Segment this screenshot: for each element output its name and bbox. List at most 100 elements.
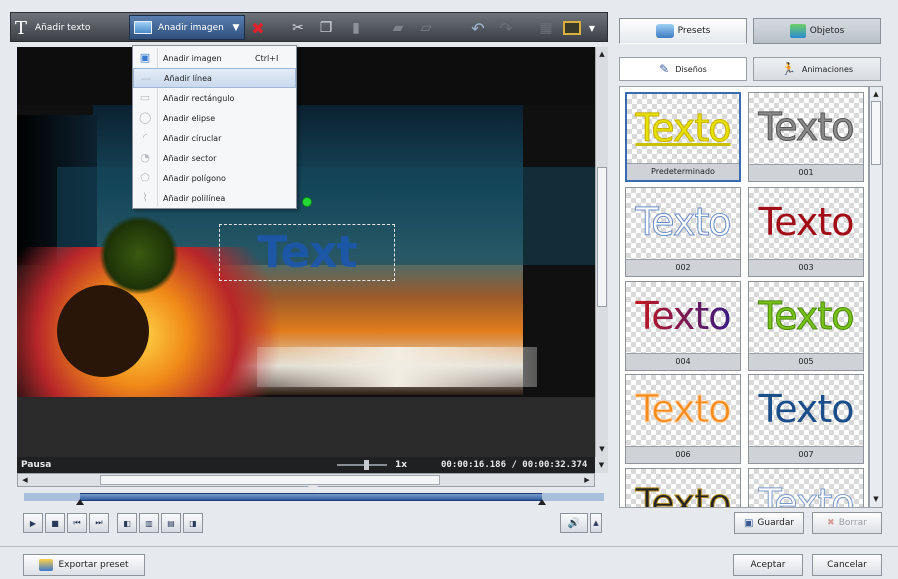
menu-item-shortcut: Ctrl+I (255, 53, 279, 63)
play-icon[interactable]: ▶ (23, 513, 43, 533)
text-object: Text (257, 227, 357, 278)
tab-presets[interactable]: Presets (619, 18, 747, 44)
preset-tile[interactable]: Texto 004 (625, 281, 741, 371)
scroll-down-icon[interactable]: ▼ (597, 443, 607, 455)
scroll-up-icon[interactable]: ▲ (597, 48, 607, 60)
stop-icon[interactable]: ■ (45, 513, 65, 533)
save-button[interactable]: ▣ Guardar (734, 512, 804, 534)
align-right-icon[interactable]: ▤ (161, 513, 181, 533)
cancel-button[interactable]: Cancelar (812, 554, 882, 576)
add-image-label: Anadir imagen (158, 22, 224, 33)
preset-tile[interactable]: Texto (748, 468, 864, 507)
export-label: Exportar preset (58, 560, 129, 570)
preset-grid-scrollbar[interactable]: ▲ ▼ (869, 86, 883, 508)
preset-tile[interactable]: Texto Predeterminado (625, 92, 741, 182)
cut-icon[interactable]: ✂ (287, 17, 309, 39)
scroll-up-icon[interactable]: ▲ (871, 88, 881, 100)
add-text-button[interactable]: T Añadir texto (15, 16, 90, 40)
volume-up-arrow-icon[interactable]: ▲ (590, 513, 602, 533)
image-icon (134, 21, 152, 34)
redo-icon[interactable]: ↷ (495, 17, 517, 39)
preview-vertical-scrollbar[interactable]: ▲ ▼ (595, 47, 608, 457)
export-icon (39, 559, 54, 571)
menu-item-add-polyline[interactable]: ⌇ Añadir polilínea (133, 188, 296, 208)
delete-icon[interactable]: ✖ (247, 17, 269, 39)
tab-animations[interactable]: 🏃 Animaciones (753, 57, 881, 81)
preset-label: 004 (626, 353, 740, 370)
preset-sample-text: Texto (626, 294, 740, 338)
end-marker-icon[interactable] (538, 499, 546, 505)
playback-controls: ▶ ■ ⏮ ⏭ ◧ ▥ ▤ ◨ (23, 513, 243, 535)
menu-item-add-ellipse[interactable]: ◯ Anadir elipse (133, 108, 296, 128)
preset-tile[interactable]: Texto 006 (625, 374, 741, 464)
tab-objects[interactable]: Objetos (753, 18, 881, 44)
next-frame-icon[interactable]: ⏭ (89, 513, 109, 533)
preset-scroll-thumb[interactable] (871, 101, 881, 165)
send-backward-icon[interactable]: ▱ (415, 17, 437, 39)
scroll-down-icon[interactable]: ▼ (595, 457, 608, 473)
add-image-dropdown-arrow-icon[interactable]: ▼ (229, 17, 243, 39)
undo-icon[interactable]: ↶ (467, 17, 489, 39)
ellipse-icon: ◯ (139, 111, 152, 124)
editor-toolbar: T Añadir texto Anadir imagen ▼ ✖ ✂ ❐ ▮ ▰… (10, 12, 608, 42)
timeline[interactable] (24, 486, 604, 505)
preview-letterbox-top (17, 47, 595, 105)
align-end-icon[interactable]: ◨ (183, 513, 203, 533)
previous-frame-icon[interactable]: ⏮ (67, 513, 87, 533)
polyline-icon: ⌇ (142, 191, 148, 204)
preset-tile[interactable]: Texto 002 (625, 187, 741, 277)
footer-divider (0, 546, 898, 547)
speed-slider-handle[interactable] (364, 460, 369, 470)
paste-icon[interactable]: ▮ (345, 17, 367, 39)
delete-button[interactable]: ✖ Borrar (812, 512, 882, 534)
accept-button[interactable]: Aceptar (733, 554, 803, 576)
background-icon[interactable] (561, 17, 583, 39)
time-readout: 00:00:16.186 / 00:00:32.374 (441, 460, 588, 470)
scroll-down-icon[interactable]: ▼ (871, 493, 881, 505)
add-image-button[interactable]: Anadir imagen (129, 15, 245, 40)
align-left-icon[interactable]: ▥ (139, 513, 159, 533)
preset-sample-text: Texto (635, 481, 732, 508)
export-preset-button[interactable]: Exportar preset (23, 554, 145, 576)
grid-icon[interactable]: ▦ (535, 17, 557, 39)
preset-sub-tabs: ✎ Diseños 🏃 Animaciones (619, 57, 881, 81)
background-dropdown-arrow-icon[interactable]: ▼ (585, 17, 599, 39)
menu-item-add-image[interactable]: ▣ Anadir imagen Ctrl+I (133, 48, 296, 68)
copy-icon[interactable]: ❐ (315, 17, 337, 39)
preset-tile[interactable]: Texto 001 (748, 92, 864, 182)
preset-tile[interactable]: Texto (625, 468, 741, 508)
menu-item-add-rectangle[interactable]: ▭ Añadir rectángulo (133, 88, 296, 108)
objects-icon (789, 24, 806, 38)
preset-tile[interactable]: Texto 003 (748, 187, 864, 277)
preset-tile[interactable]: Texto 007 (748, 374, 864, 464)
preview-horizontal-scrollbar[interactable]: ◀ ▶ (17, 473, 595, 487)
presets-icon (655, 24, 674, 38)
preset-label: 003 (749, 259, 863, 276)
save-icon: ▣ (743, 517, 754, 529)
video-preview[interactable]: Text (17, 47, 595, 457)
bring-forward-icon[interactable]: ▰ (387, 17, 409, 39)
preset-tile[interactable]: Texto 005 (748, 281, 864, 371)
timeline-track[interactable] (24, 493, 604, 501)
playhead-icon[interactable] (308, 486, 318, 493)
rotation-handle[interactable] (302, 197, 312, 207)
preset-sample-text: Texto (635, 106, 732, 151)
menu-item-label: Añadir círuclar (163, 133, 222, 143)
start-marker-icon[interactable] (76, 499, 84, 505)
arc-icon: ◜ (142, 131, 148, 144)
preview-scroll-thumb[interactable] (597, 167, 607, 307)
horizontal-scroll-thumb[interactable] (100, 475, 440, 485)
menu-item-label: Añadir polilínea (163, 193, 226, 203)
menu-item-add-sector[interactable]: ◔ Añadir sector (133, 148, 296, 168)
menu-item-add-polygon[interactable]: ⬠ Añadir polígono (133, 168, 296, 188)
tab-designs[interactable]: ✎ Diseños (619, 57, 747, 81)
speed-slider[interactable] (337, 464, 387, 466)
text-object-selection[interactable]: Text (219, 224, 395, 281)
scroll-right-icon[interactable]: ▶ (582, 474, 592, 486)
volume-icon[interactable]: 🔊 (560, 513, 588, 533)
menu-item-add-line[interactable]: — Añadir línea (133, 68, 296, 88)
menu-item-add-circular[interactable]: ◜ Añadir círuclar (133, 128, 296, 148)
scroll-left-icon[interactable]: ◀ (20, 474, 30, 486)
align-start-icon[interactable]: ◧ (117, 513, 137, 533)
delete-label: Borrar (838, 518, 867, 528)
